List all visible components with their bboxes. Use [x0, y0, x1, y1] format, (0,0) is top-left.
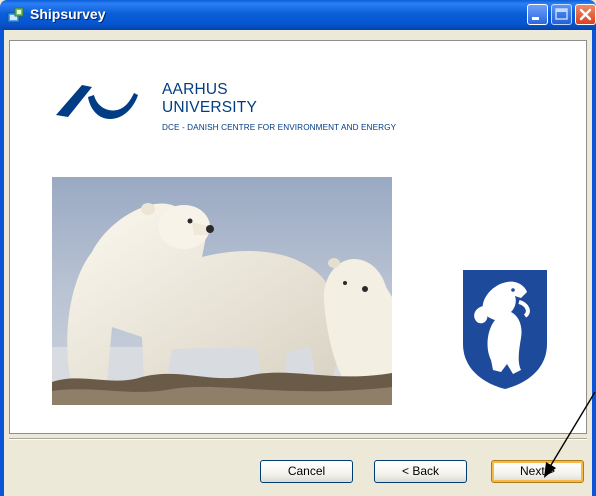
- university-line-1: AARHUS: [162, 81, 228, 98]
- university-line-2: UNIVERSITY: [162, 99, 258, 116]
- close-icon: [579, 8, 592, 21]
- polar-bear-photo: [52, 177, 392, 405]
- close-button[interactable]: [575, 4, 596, 25]
- wizard-content-panel: AARHUS UNIVERSITY DCE - DANISH CENTRE FO…: [9, 40, 587, 434]
- cancel-button[interactable]: Cancel: [260, 460, 353, 483]
- greenland-coat-of-arms: [463, 270, 547, 389]
- aarhus-university-logo: [56, 85, 138, 119]
- maximize-button[interactable]: [551, 4, 572, 25]
- pointer-arrow-annotation: [544, 391, 596, 478]
- title-bar[interactable]: Shipsurvey: [0, 0, 596, 30]
- button-separator: [9, 438, 587, 440]
- window-frame-left: [0, 30, 4, 496]
- minimize-button[interactable]: [527, 4, 548, 25]
- back-button[interactable]: < Back: [374, 460, 467, 483]
- university-name: AARHUS UNIVERSITY: [162, 81, 257, 117]
- maximize-icon: [555, 8, 568, 20]
- setup-icon[interactable]: [7, 7, 24, 24]
- minimize-icon: [532, 17, 539, 20]
- department-name: DCE - DANISH CENTRE FOR ENVIRONMENT AND …: [162, 123, 397, 132]
- window-title: Shipsurvey: [30, 6, 106, 22]
